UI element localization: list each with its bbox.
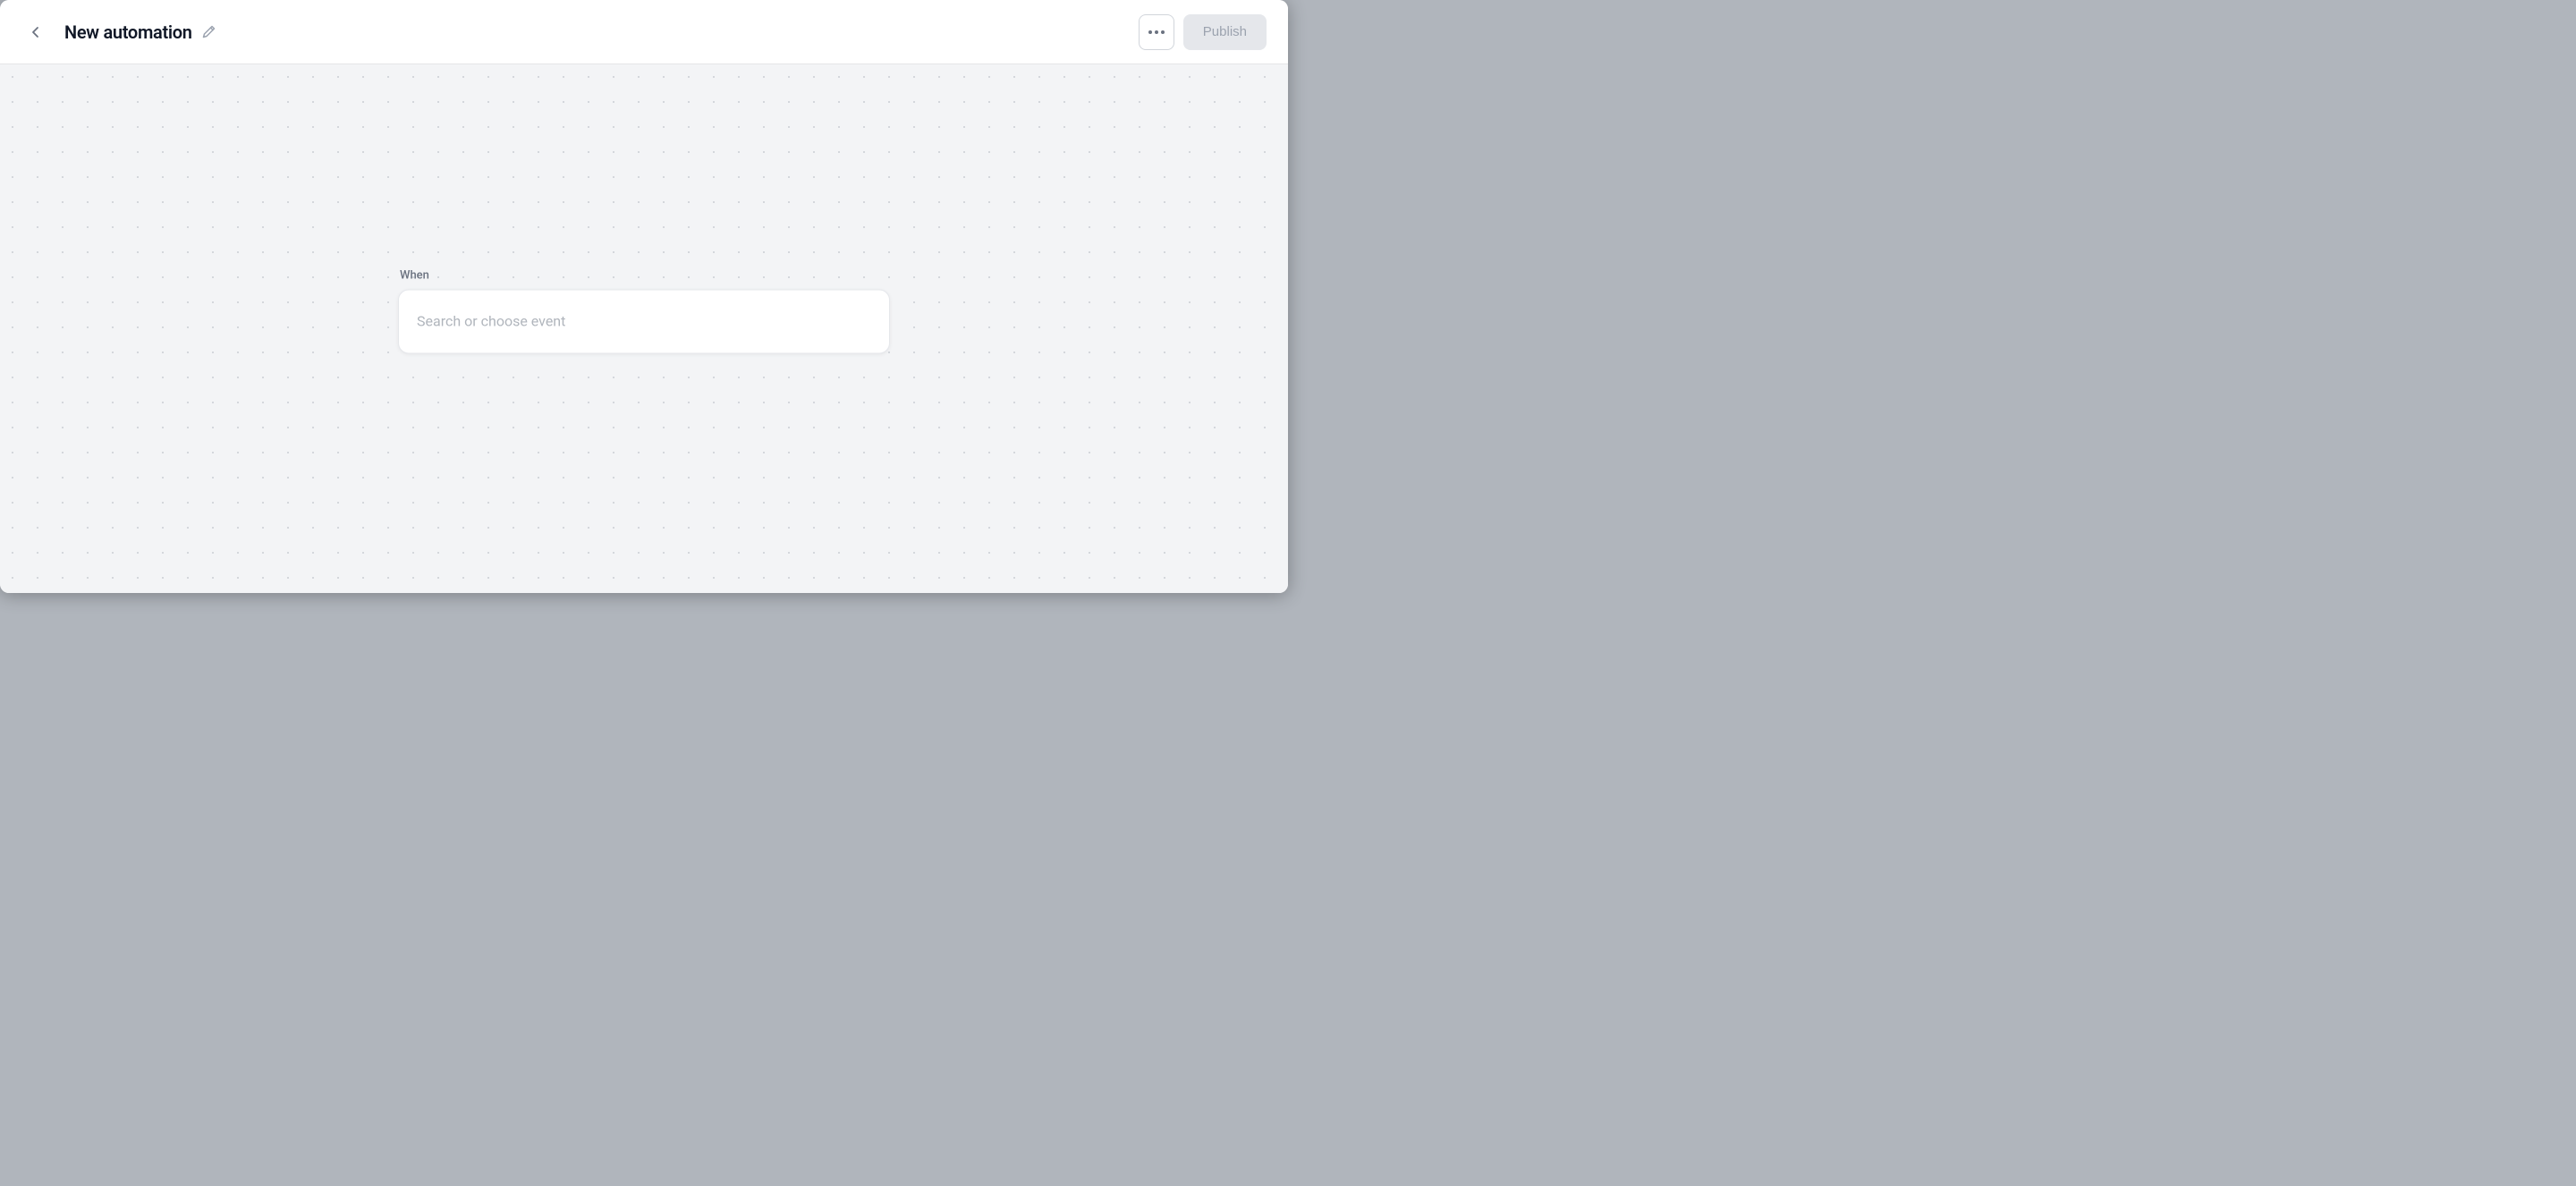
back-button[interactable] (21, 18, 50, 47)
canvas-content: When Search or choose event (398, 268, 890, 353)
event-search-placeholder: Search or choose event (417, 313, 565, 330)
edit-icon[interactable] (201, 24, 216, 39)
header-right: Publish (1139, 14, 1267, 50)
page-title: New automation (64, 21, 192, 43)
title-area: New automation (64, 21, 216, 43)
app-window: New automation Publish (0, 0, 1288, 593)
more-options-button[interactable] (1139, 14, 1174, 50)
when-label: When (400, 268, 429, 282)
header: New automation Publish (0, 0, 1288, 64)
main-canvas: When Search or choose event (0, 64, 1288, 593)
event-search-box[interactable]: Search or choose event (398, 289, 890, 353)
publish-button[interactable]: Publish (1183, 14, 1267, 50)
header-left: New automation (21, 18, 216, 47)
